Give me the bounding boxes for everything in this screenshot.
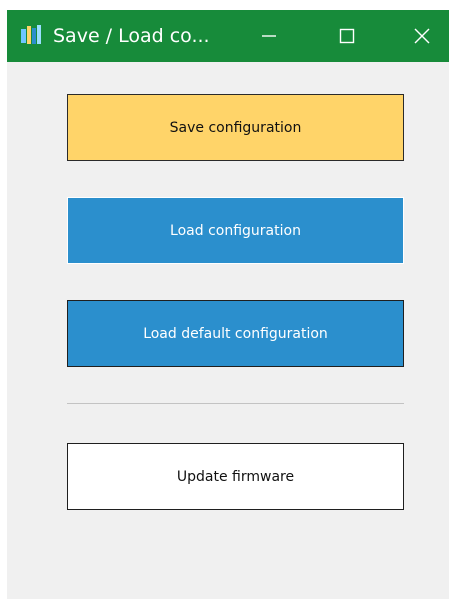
close-icon	[414, 28, 430, 44]
update-firmware-button[interactable]: Update firmware	[67, 443, 404, 510]
save-configuration-button[interactable]: Save configuration	[67, 94, 404, 161]
divider	[67, 403, 404, 404]
close-button[interactable]	[394, 10, 450, 62]
maximize-icon	[339, 28, 355, 44]
maximize-button[interactable]	[319, 10, 375, 62]
load-default-configuration-label: Load default configuration	[143, 325, 328, 342]
title-bar[interactable]: Save / Load co...	[7, 10, 449, 62]
load-default-configuration-button[interactable]: Load default configuration	[67, 300, 404, 367]
save-configuration-label: Save configuration	[169, 119, 302, 136]
load-configuration-button[interactable]: Load configuration	[67, 197, 404, 264]
save-load-window: Save / Load co... Save configuration Loa…	[7, 10, 449, 599]
minimize-icon	[262, 35, 276, 37]
load-configuration-label: Load configuration	[170, 222, 301, 239]
update-firmware-label: Update firmware	[176, 468, 295, 485]
app-logo-icon	[20, 24, 42, 46]
minimize-button[interactable]	[241, 10, 297, 62]
window-title: Save / Load co...	[53, 25, 210, 47]
